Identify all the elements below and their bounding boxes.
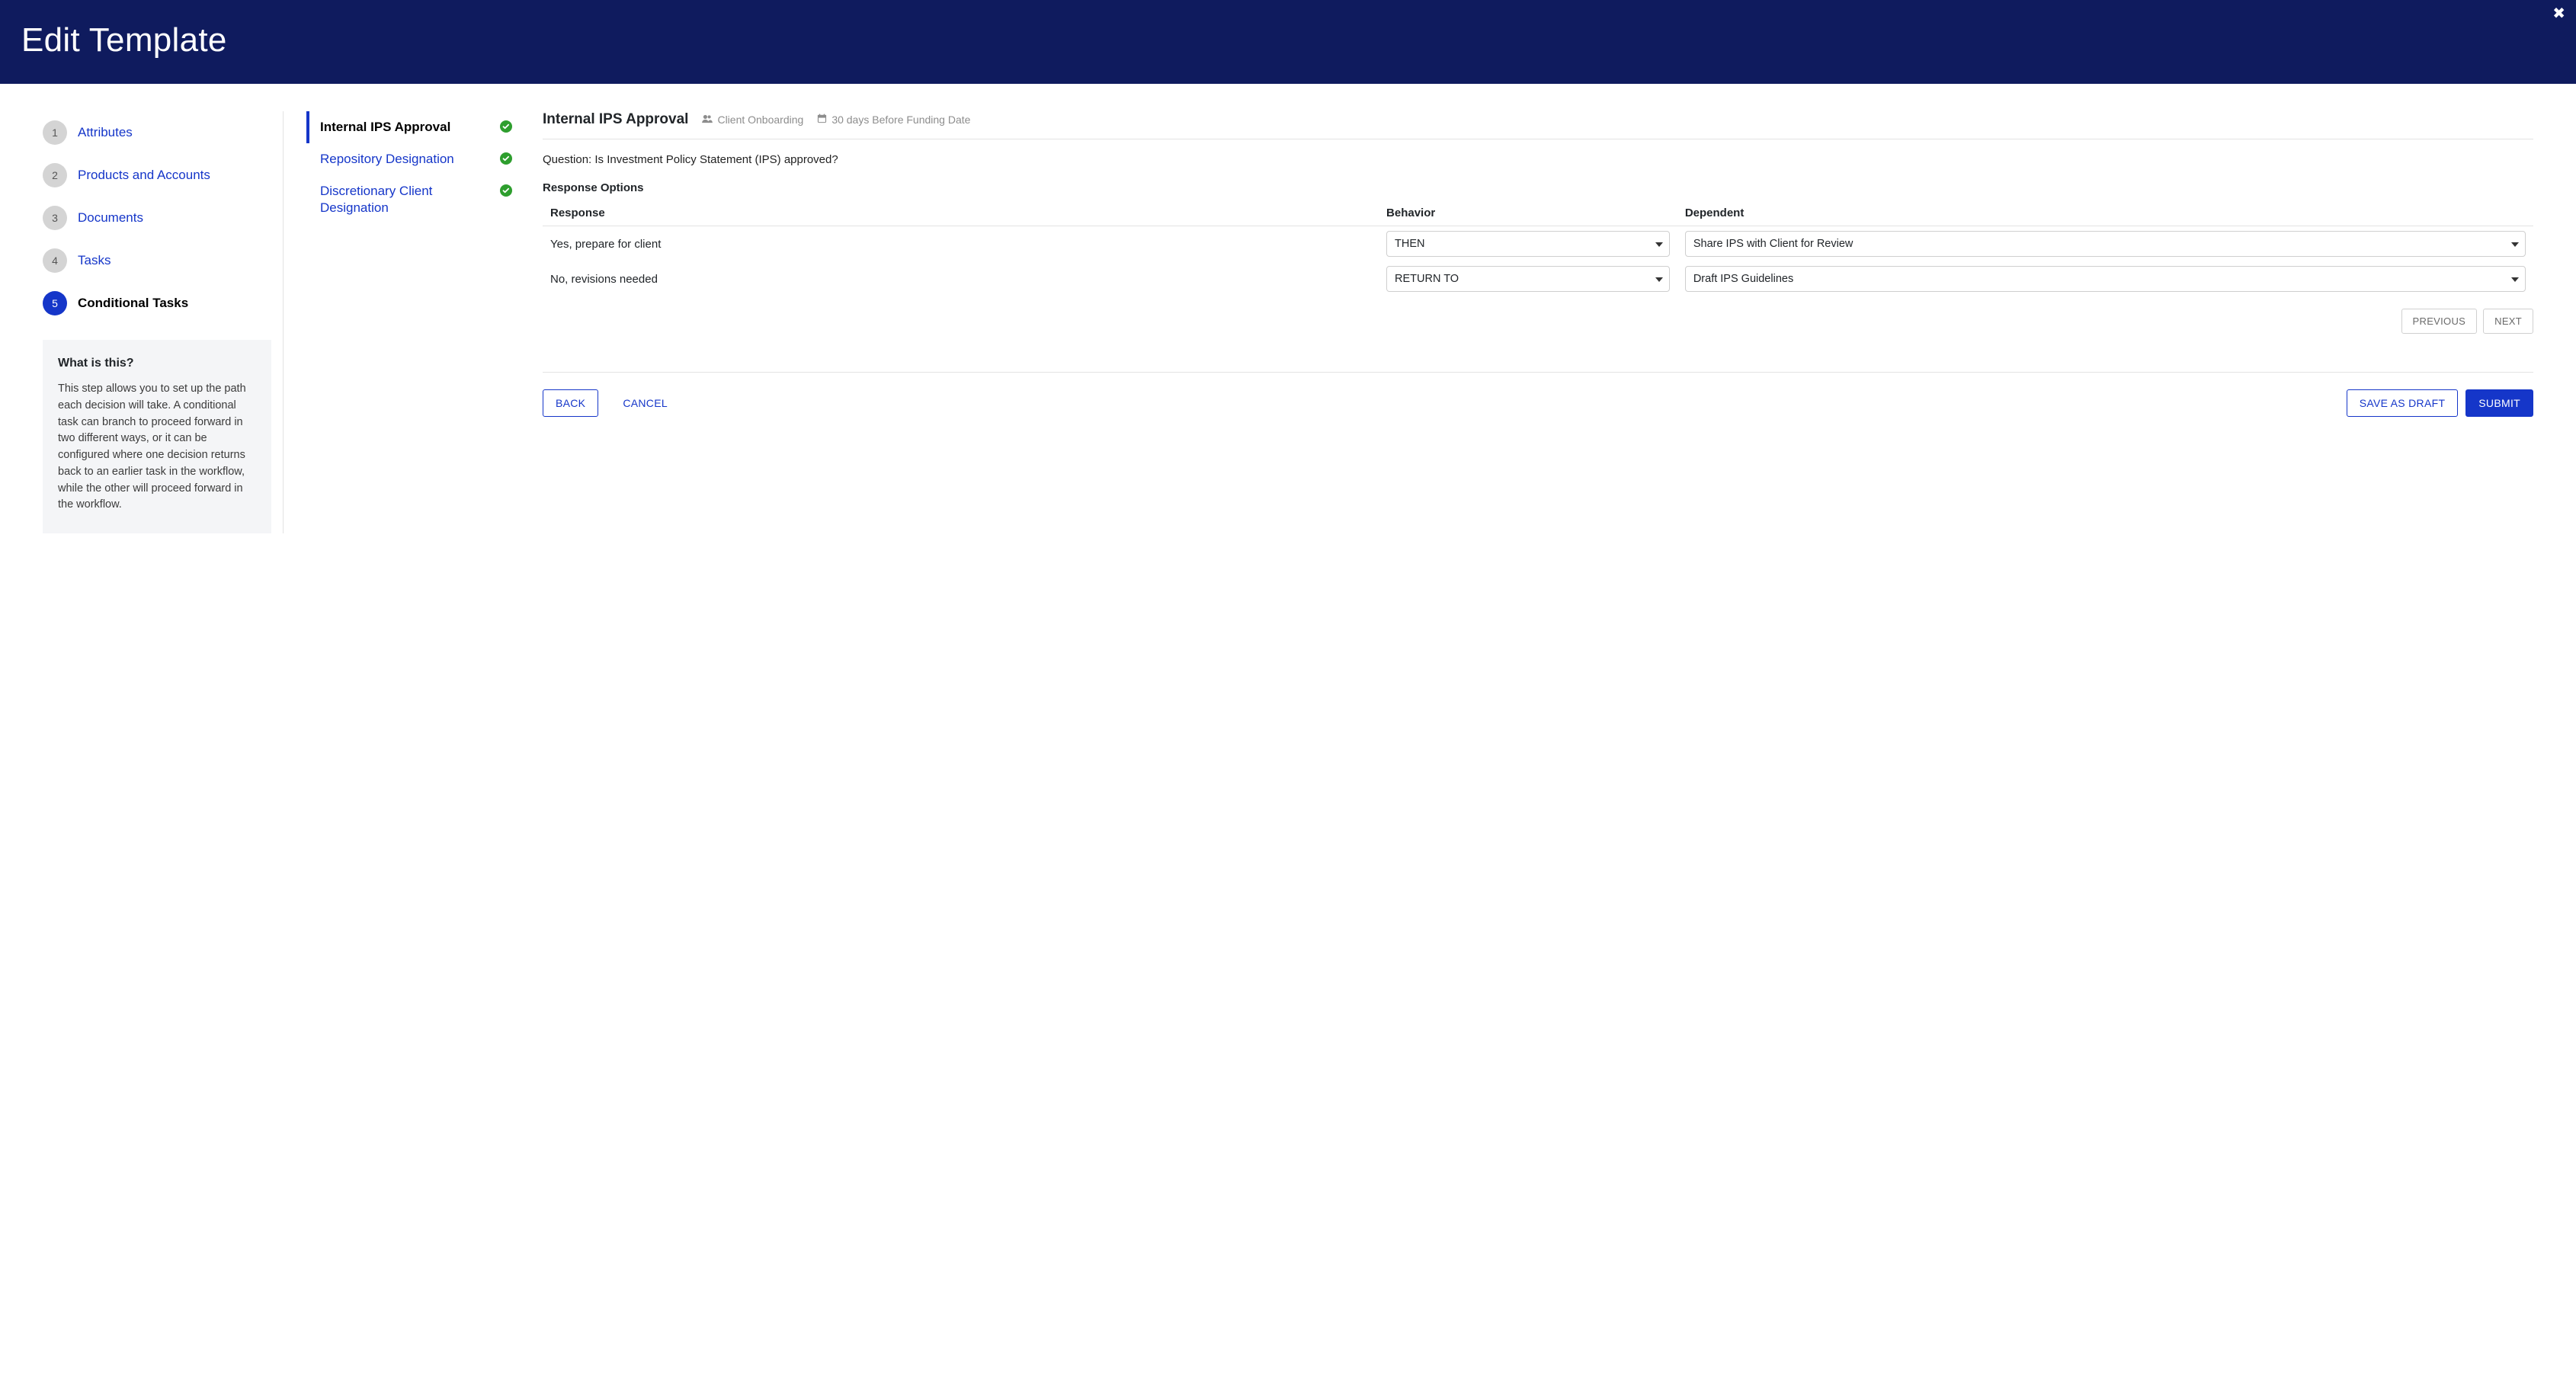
page-title: Edit Template	[21, 21, 227, 59]
table-row: Yes, prepare for client THEN Share IPS w…	[543, 226, 2533, 262]
due-meta: 30 days Before Funding Date	[817, 114, 970, 126]
step-documents[interactable]: 3 Documents	[43, 197, 271, 239]
step-label: Documents	[78, 210, 143, 226]
caret-down-icon	[1655, 273, 1663, 285]
response-cell: Yes, prepare for client	[543, 226, 1379, 262]
check-circle-icon	[500, 152, 512, 165]
behavior-select[interactable]: RETURN TO	[1386, 266, 1670, 292]
step-badge: 3	[43, 206, 67, 230]
submit-button[interactable]: SUBMIT	[2465, 389, 2533, 417]
help-box: What is this? This step allows you to se…	[43, 340, 271, 533]
task-list: Internal IPS Approval Repository Designa…	[306, 111, 520, 533]
caret-down-icon	[2511, 273, 2519, 285]
step-badge: 4	[43, 248, 67, 273]
modal-body: 1 Attributes 2 Products and Accounts 3 D…	[0, 84, 2576, 561]
step-attributes[interactable]: 1 Attributes	[43, 111, 271, 154]
save-as-draft-button[interactable]: SAVE AS DRAFT	[2347, 389, 2459, 417]
question-label: Question:	[543, 153, 591, 166]
step-nav: 1 Attributes 2 Products and Accounts 3 D…	[43, 111, 271, 533]
task-detail: Internal IPS Approval Client Onboarding …	[520, 111, 2533, 533]
response-cell: No, revisions needed	[543, 261, 1379, 296]
cancel-button[interactable]: CANCEL	[610, 390, 680, 416]
dependent-select[interactable]: Draft IPS Guidelines	[1685, 266, 2526, 292]
dependent-value: Draft IPS Guidelines	[1693, 273, 1793, 285]
behavior-value: THEN	[1395, 238, 1424, 250]
footer-bar: BACK CANCEL SAVE AS DRAFT SUBMIT	[543, 372, 2533, 417]
calendar-icon	[817, 114, 827, 126]
modal-header: Edit Template ✖	[0, 0, 2576, 84]
dependent-value: Share IPS with Client for Review	[1693, 238, 1854, 250]
dependent-select[interactable]: Share IPS with Client for Review	[1685, 231, 2526, 257]
previous-button[interactable]: PREVIOUS	[2401, 309, 2478, 334]
close-icon[interactable]: ✖	[2552, 6, 2565, 21]
response-options-heading: Response Options	[543, 181, 2533, 194]
task-label: Repository Designation	[320, 151, 460, 168]
next-button[interactable]: NEXT	[2483, 309, 2533, 334]
detail-head: Internal IPS Approval Client Onboarding …	[543, 111, 2533, 139]
due-text: 30 days Before Funding Date	[831, 114, 970, 126]
response-table: Response Behavior Dependent Yes, prepare…	[543, 200, 2533, 296]
question-text: Is Investment Policy Statement (IPS) app…	[594, 153, 838, 166]
detail-title: Internal IPS Approval	[543, 111, 688, 128]
step-conditional-tasks[interactable]: 5 Conditional Tasks	[43, 282, 271, 325]
category-meta: Client Onboarding	[702, 114, 803, 126]
step-label: Products and Accounts	[78, 168, 210, 183]
back-button[interactable]: BACK	[543, 389, 598, 417]
col-response-header: Response	[543, 200, 1379, 226]
check-circle-icon	[500, 120, 512, 133]
step-tasks[interactable]: 4 Tasks	[43, 239, 271, 282]
task-label: Discretionary Client Designation	[320, 183, 500, 216]
behavior-select[interactable]: THEN	[1386, 231, 1670, 257]
step-products-accounts[interactable]: 2 Products and Accounts	[43, 154, 271, 197]
step-label: Tasks	[78, 253, 111, 268]
behavior-value: RETURN TO	[1395, 273, 1459, 285]
help-title: What is this?	[58, 357, 256, 370]
users-icon	[702, 114, 713, 126]
col-behavior-header: Behavior	[1379, 200, 1677, 226]
check-circle-icon	[500, 184, 512, 197]
step-label: Conditional Tasks	[78, 296, 188, 311]
category-text: Client Onboarding	[717, 114, 803, 126]
task-item-internal-ips-approval[interactable]: Internal IPS Approval	[306, 111, 520, 143]
task-label: Internal IPS Approval	[320, 119, 457, 136]
question-row: Question: Is Investment Policy Statement…	[543, 153, 2533, 166]
caret-down-icon	[2511, 238, 2519, 250]
task-item-repository-designation[interactable]: Repository Designation	[306, 143, 520, 175]
table-row: No, revisions needed RETURN TO Draft IPS…	[543, 261, 2533, 296]
task-item-discretionary-client-designation[interactable]: Discretionary Client Designation	[306, 175, 520, 224]
vertical-divider	[283, 111, 284, 533]
pager: PREVIOUS NEXT	[543, 309, 2533, 334]
step-badge: 2	[43, 163, 67, 187]
help-body: This step allows you to set up the path …	[58, 381, 256, 514]
step-label: Attributes	[78, 125, 133, 140]
step-badge: 1	[43, 120, 67, 145]
col-dependent-header: Dependent	[1677, 200, 2533, 226]
caret-down-icon	[1655, 238, 1663, 250]
step-badge: 5	[43, 291, 67, 315]
